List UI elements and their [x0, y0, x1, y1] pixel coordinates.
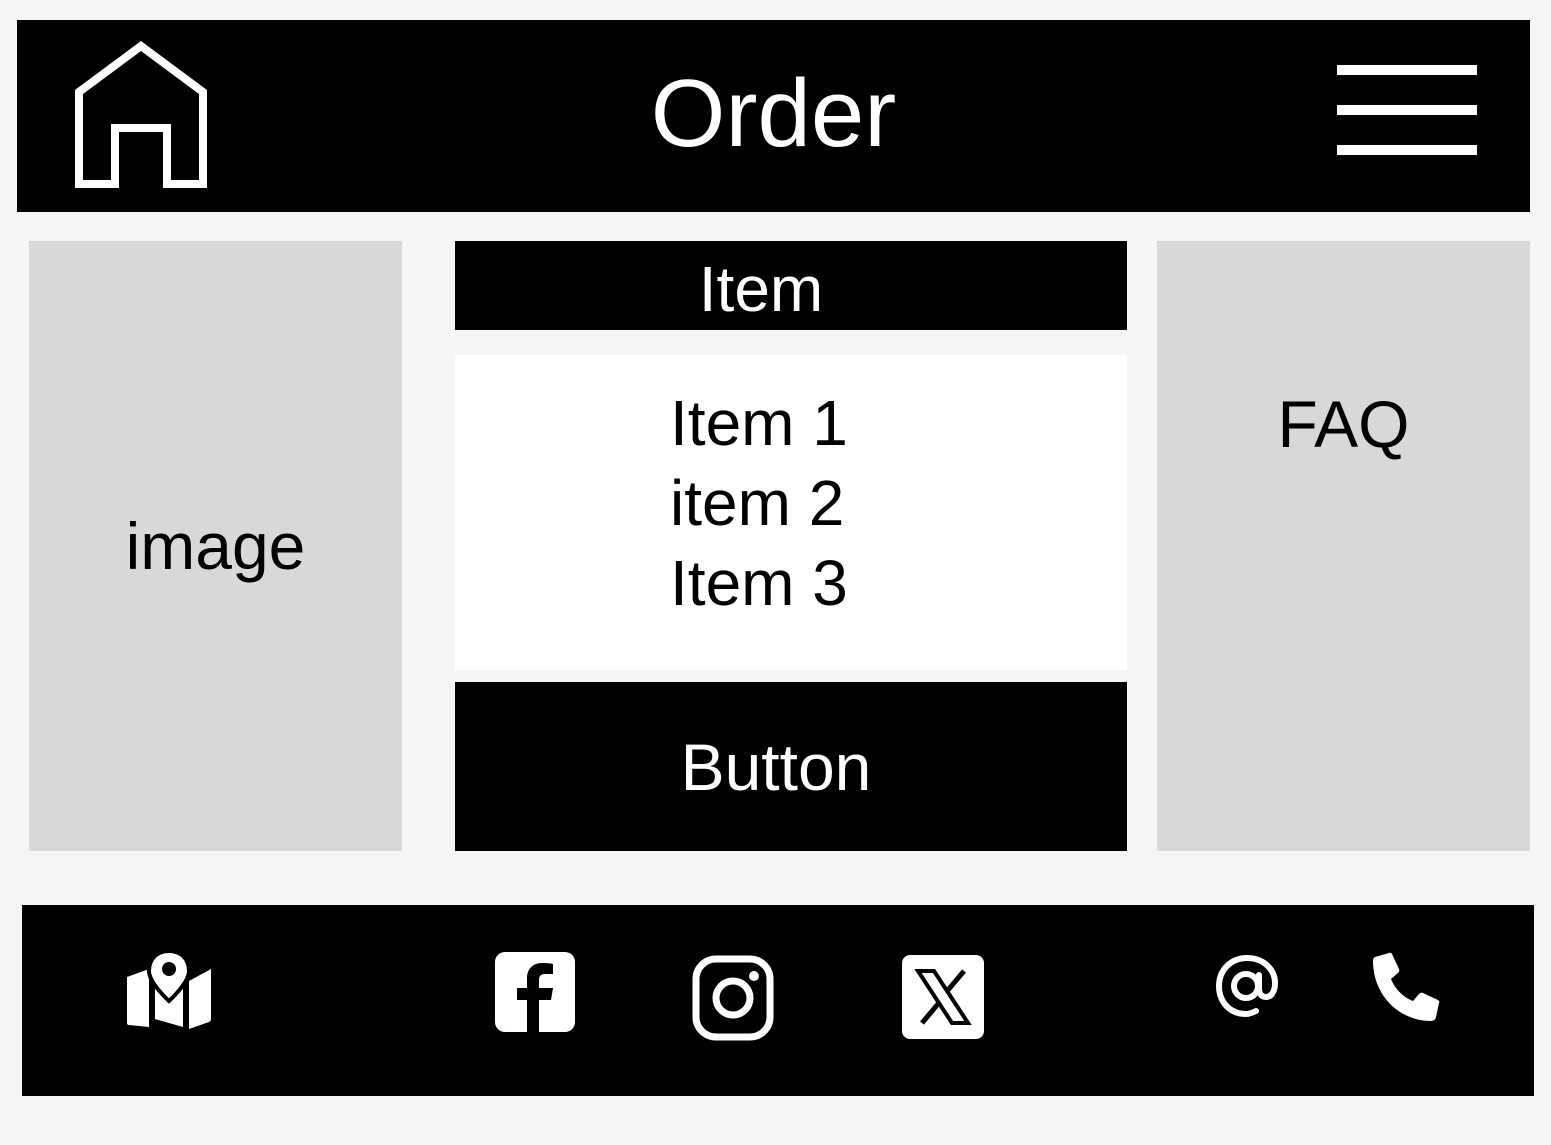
map-location-icon[interactable] — [125, 949, 213, 1029]
list-item[interactable]: item 2 — [670, 463, 848, 543]
image-placeholder-label: image — [125, 509, 306, 583]
page-title: Order — [650, 60, 897, 167]
email-at-icon[interactable] — [1216, 955, 1278, 1017]
primary-button-label: Button — [680, 729, 872, 804]
list-item[interactable]: Item 1 — [670, 383, 848, 463]
item-header: Item — [455, 241, 1127, 330]
header-bar: Order — [17, 20, 1530, 212]
x-twitter-icon[interactable] — [902, 955, 984, 1039]
faq-label: FAQ — [1277, 387, 1410, 461]
instagram-icon[interactable] — [692, 955, 774, 1041]
primary-button[interactable]: Button — [455, 682, 1127, 851]
facebook-icon[interactable] — [495, 952, 575, 1032]
footer-bar — [22, 905, 1534, 1096]
item-header-label: Item — [698, 252, 824, 325]
image-placeholder: image — [29, 241, 402, 851]
phone-icon[interactable] — [1371, 949, 1445, 1023]
item-list: Item 1 item 2 Item 3 — [455, 355, 1127, 670]
faq-panel[interactable]: FAQ — [1157, 241, 1530, 851]
list-item[interactable]: Item 3 — [670, 543, 848, 623]
hamburger-menu-icon[interactable] — [1337, 65, 1477, 157]
